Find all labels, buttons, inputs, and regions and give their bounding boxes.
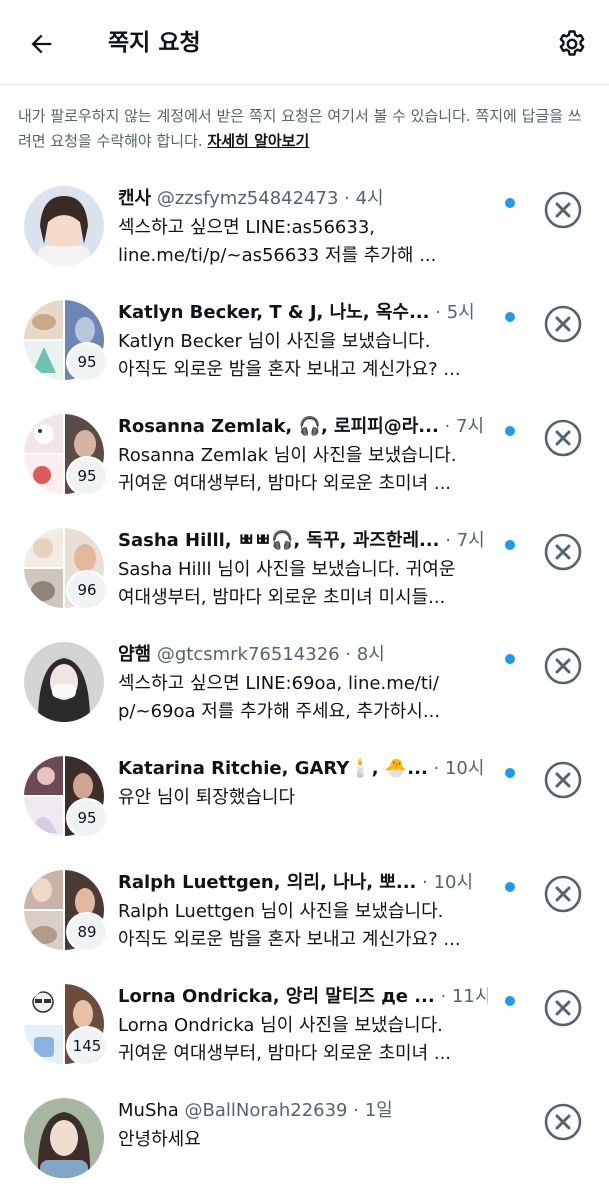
group-name: Katarina Ritchie, GARY🕯️, 🐣...: [118, 758, 428, 779]
preview-line-1: Sasha Hilll 님이 사진을 보냈습니다. 귀여운: [118, 559, 456, 580]
request-content: Ralph Luettgen, 의리, 나나, 뽀... · 10시 Ralph…: [118, 870, 488, 954]
member-count-badge: 95: [66, 456, 108, 496]
request-row[interactable]: 95 Katlyn Becker, T & J, 나노, 옥수... · 5시 …: [0, 292, 609, 406]
close-circle-icon[interactable]: [543, 418, 583, 458]
preview-line-2: 귀여운 여대생부터, 밤마다 외로운 초미녀 ...: [118, 473, 452, 494]
unread-dot: [505, 654, 515, 664]
preview-line-1: Ralph Luettgen 님이 사진을 보냈습니다.: [118, 901, 444, 922]
member-count-badge: 145: [66, 1026, 108, 1066]
request-content: Katlyn Becker, T & J, 나노, 옥수... · 5시 Kat…: [118, 300, 488, 384]
request-content: 캔사 @zzsfymz54842473 · 4시 섹스하고 싶으면 LINE:a…: [118, 186, 488, 270]
preview-line-1: Rosanna Zemlak 님이 사진을 보냈습니다.: [118, 445, 457, 466]
request-row[interactable]: 89 Ralph Luettgen, 의리, 나나, 뽀... · 10시 Ra…: [0, 862, 609, 976]
sender-handle: @BallNorah22639: [184, 1100, 348, 1121]
request-row[interactable]: 145 Lorna Ondricka, 앙리 말티즈 де ... · 11시 …: [0, 976, 609, 1090]
member-count-badge: 96: [66, 570, 108, 610]
unread-dot: [505, 768, 515, 778]
avatar: [24, 642, 104, 722]
back-button[interactable]: [22, 24, 62, 64]
message-time: 7시: [456, 530, 485, 551]
avatar: [24, 1098, 104, 1178]
request-row[interactable]: 96 Sasha Hilll, ㅃㅃ🎧, 독꾸, 과즈한레... · 7시 Sa…: [0, 520, 609, 634]
request-row[interactable]: MuSha @BallNorah22639 · 1일 안녕하세요: [0, 1090, 609, 1204]
message-preview: Katlyn Becker 님이 사진을 보냈습니다. 아직도 외로운 밤을 혼자…: [118, 328, 488, 384]
message-time: 11시: [451, 986, 488, 1007]
learn-more-link[interactable]: 자세히 알아보기: [207, 132, 309, 150]
message-preview: 섹스하고 싶으면 LINE:as56633, line.me/ti/p/~as56…: [118, 214, 488, 270]
request-content: MuSha @BallNorah22639 · 1일 안녕하세요: [118, 1098, 488, 1154]
sender-name: 캔사: [118, 188, 152, 209]
unread-dot: [505, 312, 515, 322]
close-circle-icon[interactable]: [543, 760, 583, 800]
request-row[interactable]: 캔사 @zzsfymz54842473 · 4시 섹스하고 싶으면 LINE:a…: [0, 178, 609, 292]
avatar: [24, 186, 104, 266]
unread-dot: [505, 996, 515, 1006]
member-count-badge: 95: [66, 342, 108, 382]
preview-line-2: line.me/ti/p/~as56633 저를 추가해 ...: [118, 245, 437, 266]
unread-dot: [505, 540, 515, 550]
preview-line-2: 귀여운 여대생부터, 밤마다 외로운 초미녀 ...: [118, 1043, 452, 1064]
gear-icon: [559, 30, 585, 56]
preview-line-1: Katlyn Becker 님이 사진을 보냈습니다.: [118, 331, 431, 352]
request-content: Rosanna Zemlak, 🎧, 로피피@라... · 7시 Rosanna…: [118, 414, 488, 498]
message-time: 1일: [364, 1100, 393, 1121]
request-content: Lorna Ondricka, 앙리 말티즈 де ... · 11시 Lorn…: [118, 984, 488, 1068]
close-circle-icon[interactable]: [543, 1102, 583, 1142]
group-name: Rosanna Zemlak, 🎧, 로피피@라...: [118, 416, 439, 437]
message-time: 7시: [456, 416, 485, 437]
close-circle-icon[interactable]: [543, 646, 583, 686]
preview-line-1: 유안 님이 퇴장했습니다: [118, 787, 296, 808]
request-row[interactable]: 95 Katarina Ritchie, GARY🕯️, 🐣... · 10시 …: [0, 748, 609, 862]
request-content: Katarina Ritchie, GARY🕯️, 🐣... · 10시 유안 …: [118, 756, 488, 812]
message-preview: 유안 님이 퇴장했습니다: [118, 784, 488, 812]
preview-line-2: 아직도 외로운 밤을 혼자 보내고 계신가요? ...: [118, 359, 461, 380]
sender-name: 얌햄: [118, 644, 152, 665]
page-title: 쪽지 요청: [108, 30, 201, 56]
message-preview: 섹스하고 싶으면 LINE:69oa, line.me/ti/p/~69oa 저…: [118, 670, 488, 726]
settings-button[interactable]: [552, 24, 592, 64]
info-text: 내가 팔로우하지 않는 계정에서 받은 쪽지 요청은 여기서 볼 수 있습니다.…: [18, 104, 590, 154]
request-list: 캔사 @zzsfymz54842473 · 4시 섹스하고 싶으면 LINE:a…: [0, 178, 609, 1204]
unread-dot: [505, 426, 515, 436]
request-content: Sasha Hilll, ㅃㅃ🎧, 독꾸, 과즈한레... · 7시 Sasha…: [118, 528, 488, 612]
message-preview: 안녕하세요: [118, 1126, 488, 1154]
request-row[interactable]: 95 Rosanna Zemlak, 🎧, 로피피@라... · 7시 Rosa…: [0, 406, 609, 520]
unread-dot: [505, 882, 515, 892]
close-circle-icon[interactable]: [543, 190, 583, 230]
preview-line-2: p/~69oa 저를 추가해 주세요, 추가하시...: [118, 701, 441, 722]
member-count-badge: 95: [66, 798, 108, 838]
message-time: 10시: [444, 758, 485, 779]
group-name: Lorna Ondricka, 앙리 말티즈 де ...: [118, 986, 435, 1007]
preview-line-2: 여대생부터, 밤마다 외로운 초미녀 미시들...: [118, 587, 446, 608]
message-preview: Sasha Hilll 님이 사진을 보냈습니다. 귀여운여대생부터, 밤마다 …: [118, 556, 488, 612]
preview-line-1: 안녕하세요: [118, 1129, 201, 1150]
close-circle-icon[interactable]: [543, 304, 583, 344]
preview-line-2: 아직도 외로운 밤을 혼자 보내고 계신가요? ...: [118, 929, 461, 950]
unread-dot: [505, 198, 515, 208]
message-time: 5시: [446, 302, 475, 323]
group-name: Ralph Luettgen, 의리, 나나, 뽀...: [118, 872, 417, 893]
preview-line-1: 섹스하고 싶으면 LINE:69oa, line.me/ti/: [118, 673, 439, 694]
arrow-left-icon: [31, 34, 52, 54]
close-circle-icon[interactable]: [543, 874, 583, 914]
group-name: Katlyn Becker, T & J, 나노, 옥수...: [118, 302, 430, 323]
message-preview: Lorna Ondricka 님이 사진을 보냈습니다. 귀여운 여대생부터, 밤…: [118, 1012, 488, 1068]
message-preview: Rosanna Zemlak 님이 사진을 보냈습니다. 귀여운 여대생부터, 밤…: [118, 442, 488, 498]
sender-handle: @gtcsmrk76514326: [156, 644, 340, 665]
close-circle-icon[interactable]: [543, 988, 583, 1028]
request-row[interactable]: 얌햄 @gtcsmrk76514326 · 8시 섹스하고 싶으면 LINE:6…: [0, 634, 609, 748]
message-time: 10시: [433, 872, 474, 893]
preview-line-1: 섹스하고 싶으면 LINE:as56633,: [118, 217, 375, 238]
close-circle-icon[interactable]: [543, 532, 583, 572]
top-bar: 쪽지 요청: [0, 0, 609, 85]
message-preview: Ralph Luettgen 님이 사진을 보냈습니다. 아직도 외로운 밤을 혼…: [118, 898, 488, 954]
member-count-badge: 89: [66, 912, 108, 952]
sender-handle: @zzsfymz54842473: [156, 188, 339, 209]
message-time: 8시: [356, 644, 385, 665]
sender-name: MuSha: [118, 1100, 179, 1121]
message-time: 4시: [355, 188, 384, 209]
group-name: Sasha Hilll, ㅃㅃ🎧, 독꾸, 과즈한레...: [118, 530, 440, 551]
preview-line-1: Lorna Ondricka 님이 사진을 보냈습니다.: [118, 1015, 443, 1036]
request-content: 얌햄 @gtcsmrk76514326 · 8시 섹스하고 싶으면 LINE:6…: [118, 642, 488, 726]
